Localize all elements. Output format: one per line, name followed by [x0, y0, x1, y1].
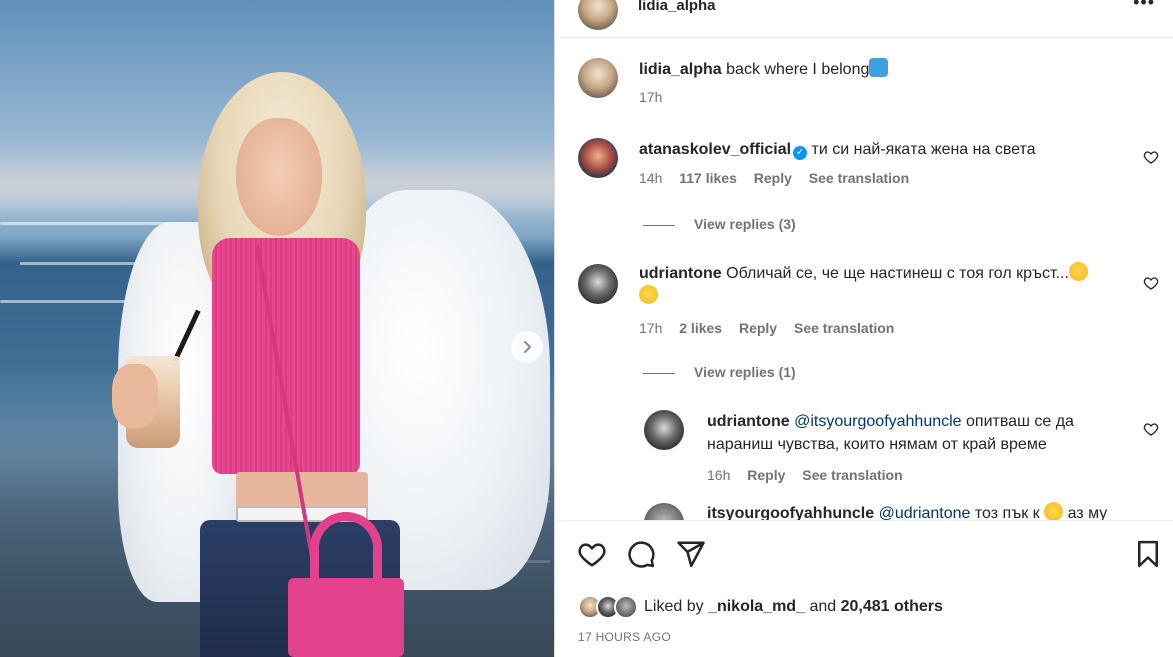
- liked-by-user[interactable]: _nikola_md_: [708, 598, 805, 615]
- comment-bubble-icon[interactable]: [626, 539, 656, 569]
- bag-handle: [310, 512, 382, 586]
- like-comment-heart-icon[interactable]: [1143, 149, 1159, 165]
- post-photo[interactable]: [0, 0, 555, 657]
- like-comment-heart-icon[interactable]: [1143, 421, 1159, 437]
- reply-username[interactable]: udriantone: [707, 413, 790, 430]
- comment-text: udriantone Обличай се, че ще настинеш с …: [639, 262, 1127, 308]
- likes-count[interactable]: 20,481 others: [841, 598, 943, 615]
- pink-top: [212, 238, 360, 474]
- view-replies-label: View replies (3): [694, 216, 796, 232]
- verified-badge-icon: ✓: [793, 146, 808, 160]
- see-translation-button[interactable]: See translation: [794, 320, 894, 336]
- author-avatar[interactable]: [578, 0, 618, 30]
- view-replies-button[interactable]: View replies (1): [643, 364, 796, 380]
- more-options-icon[interactable]: •••: [1133, 0, 1155, 13]
- reply-body: тоз пък к: [974, 505, 1040, 520]
- comment-meta: 14h 117 likes Reply See translation: [639, 170, 922, 186]
- caption-time[interactable]: 17h: [639, 89, 662, 105]
- like-heart-icon[interactable]: [577, 539, 607, 569]
- reply-meta: 16h Reply See translation: [707, 467, 916, 483]
- post-side-panel: lidia_alpha ••• lidia_alpha back where I…: [556, 0, 1173, 657]
- caption-text: lidia_alpha back where I belong: [639, 58, 1119, 81]
- post-header: lidia_alpha •••: [556, 0, 1173, 38]
- comment-time[interactable]: 17h: [639, 320, 662, 336]
- caption-avatar[interactable]: [578, 58, 618, 98]
- view-replies-line: [643, 224, 675, 226]
- post-actions: Liked by _nikola_md_ and 20,481 others 1…: [556, 520, 1173, 657]
- confounded-face-emoji-icon: [639, 285, 658, 304]
- comment-body: ти си най-якaтa жена на света: [811, 141, 1036, 158]
- reply-button[interactable]: Reply: [754, 170, 792, 186]
- like-comment-heart-icon[interactable]: [1143, 275, 1159, 291]
- view-replies-button[interactable]: View replies (3): [643, 216, 796, 232]
- next-image-button[interactable]: [511, 331, 543, 363]
- reply-body-continued: аз му: [1067, 505, 1108, 520]
- author-username[interactable]: lidia_alpha: [638, 0, 716, 14]
- chevron-right-icon: [524, 341, 531, 353]
- face: [236, 118, 322, 236]
- liked-by-text: Liked by _nikola_md_ and 20,481 others: [644, 598, 943, 616]
- comment-avatar[interactable]: [578, 264, 618, 304]
- liked-by-prefix: Liked by: [644, 598, 704, 615]
- save-bookmark-icon[interactable]: [1133, 539, 1163, 569]
- liked-by: Liked by _nikola_md_ and 20,481 others: [578, 593, 943, 621]
- comment-likes[interactable]: 2 likes: [679, 320, 722, 336]
- comment-text: atanaskolev_official ✓ ти си най-якaтa же…: [639, 138, 1119, 161]
- hand: [112, 364, 158, 428]
- comments-list[interactable]: lidia_alpha back where I belong 17h atan…: [556, 38, 1173, 520]
- reply-mention[interactable]: @udriantone: [879, 505, 971, 520]
- reply-text: udriantone @itsyourgoofyahhuncle опитваш…: [707, 410, 1127, 456]
- view-replies-label: View replies (1): [694, 364, 796, 380]
- see-translation-button[interactable]: See translation: [802, 467, 902, 483]
- reply-text: itsyourgoofyahhuncle @udriantone тоз пък…: [707, 502, 1137, 520]
- caption-body: back where I belong: [726, 61, 870, 78]
- cold-face-emoji-icon: [1068, 262, 1088, 281]
- comment-username[interactable]: udriantone: [639, 265, 722, 282]
- comment-time[interactable]: 14h: [639, 170, 662, 186]
- caption-username[interactable]: lidia_alpha: [639, 61, 722, 78]
- post-timestamp[interactable]: 17 HOURS AGO: [578, 630, 671, 644]
- liker-avatar: [614, 595, 638, 619]
- reply-avatar[interactable]: [644, 503, 684, 520]
- comment-avatar[interactable]: [578, 138, 618, 178]
- view-replies-line: [643, 372, 675, 374]
- caption-meta: 17h: [639, 89, 675, 105]
- see-translation-button[interactable]: See translation: [809, 170, 909, 186]
- comment-username[interactable]: atanaskolev_official: [639, 141, 791, 158]
- reply-time[interactable]: 16h: [707, 467, 730, 483]
- share-paper-plane-icon[interactable]: [676, 539, 706, 569]
- reply-button[interactable]: Reply: [747, 467, 785, 483]
- panel-divider: [554, 0, 555, 657]
- reply-username[interactable]: itsyourgoofyahhuncle: [707, 505, 874, 520]
- reply-button[interactable]: Reply: [739, 320, 777, 336]
- comment-meta: 17h 2 likes Reply See translation: [639, 320, 907, 336]
- wave-line: [0, 300, 130, 303]
- reply-mention[interactable]: @itsyourgoofyahhuncle: [794, 413, 961, 430]
- pink-bag: [288, 578, 404, 657]
- comment-likes[interactable]: 117 likes: [679, 170, 737, 186]
- liked-by-middle: and: [809, 598, 837, 615]
- reply-avatar[interactable]: [644, 410, 684, 450]
- emoji-icon: [1044, 502, 1064, 520]
- comment-body: Обличай се, че ще настинеш с тоя гол кръ…: [726, 265, 1069, 282]
- wave-emoji-icon: [869, 58, 889, 77]
